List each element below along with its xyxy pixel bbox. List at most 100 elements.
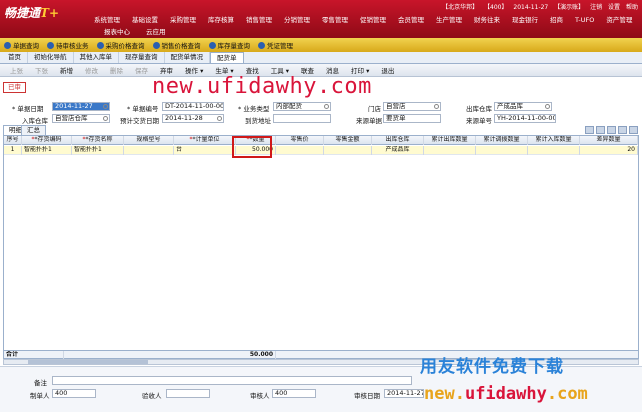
date-field[interactable]: 2014-11-27: [52, 102, 110, 111]
col-header[interactable]: 规格型号: [124, 136, 174, 145]
calendar-icon[interactable]: [103, 104, 108, 109]
save-button[interactable]: 保存: [129, 65, 154, 75]
app-header: 畅捷通T+ 【北京华邦】 【400】 2014-11-27 【演示账】 注销 设…: [0, 0, 642, 38]
tab-home[interactable]: 首页: [2, 52, 28, 63]
col-header[interactable]: **存货编码: [22, 136, 72, 145]
col-header[interactable]: 累计调拨数量: [476, 136, 528, 145]
src-no-field[interactable]: YH-2014-11-00-00...: [494, 114, 556, 123]
prev-button[interactable]: 上张: [4, 65, 29, 75]
menu-item[interactable]: 现金银行: [506, 14, 544, 26]
src-no-label: 来源单号: [466, 117, 492, 125]
help-link[interactable]: 帮助: [626, 4, 638, 11]
menu-item[interactable]: 会员管理: [392, 14, 430, 26]
biztype-field[interactable]: 内部配货: [273, 102, 331, 111]
arrive-field[interactable]: [273, 114, 331, 123]
edit-button[interactable]: 修改: [79, 65, 104, 75]
col-header[interactable]: 累计入库数量: [528, 136, 580, 145]
exit-button[interactable]: 退出: [375, 65, 400, 75]
watermark-text: new.ufidawhy.com: [152, 74, 372, 99]
grid-header: 序号 **存货编码 **存货名称 规格型号 **计量单位 **数量 零售价 零售…: [4, 136, 638, 145]
menu-item[interactable]: 促销管理: [354, 14, 392, 26]
col-header[interactable]: 零售金额: [324, 136, 372, 145]
menu-item-report[interactable]: 报表中心: [96, 27, 138, 37]
login-date: 2014-11-27: [513, 4, 549, 11]
src-type-field[interactable]: 要货单: [383, 114, 441, 123]
table-row[interactable]: 1 智能扑扑1 智能扑扑1 台 50.000 产成品库 20: [4, 146, 638, 155]
logout-link[interactable]: 注销: [590, 4, 602, 11]
plan-date-field[interactable]: 2014-11-28: [162, 114, 224, 123]
cum-out-cell: [424, 146, 476, 155]
cum-in-cell: [528, 146, 580, 155]
new-button[interactable]: 新增: [54, 65, 79, 75]
quick-item[interactable]: 单据查询: [4, 40, 39, 50]
menu-item[interactable]: 库存核算: [202, 14, 240, 26]
maker-field: 400: [52, 389, 96, 398]
tab-summary[interactable]: 汇总: [21, 125, 46, 135]
auditor-field: 400: [272, 389, 316, 398]
quick-icon: [47, 41, 54, 49]
company-link[interactable]: 【北京华邦】: [442, 4, 478, 11]
audit-date-label: 审核日期: [354, 392, 380, 400]
menu-item[interactable]: 招商: [544, 14, 569, 26]
out-wh-field[interactable]: 产成品库: [494, 102, 552, 111]
dropdown-icon[interactable]: [324, 104, 329, 109]
tab-other-in[interactable]: 其他入库单: [74, 52, 119, 63]
export-icon[interactable]: [629, 126, 638, 134]
out-wh-label: 出库仓库: [466, 105, 492, 113]
settings-link[interactable]: 设置: [608, 4, 620, 11]
tab-dist-status[interactable]: 配货单情况: [165, 52, 210, 63]
menu-item[interactable]: 销售管理: [240, 14, 278, 26]
col-header[interactable]: 零售价: [276, 136, 324, 145]
quick-icon: [4, 41, 11, 49]
col-header[interactable]: 出库仓库: [372, 136, 424, 145]
column-settings-icon[interactable]: [618, 126, 627, 134]
menu-item[interactable]: 生产管理: [430, 14, 468, 26]
item-code-cell[interactable]: 智能扑扑1: [22, 146, 72, 155]
menu-item[interactable]: T-UFO: [569, 14, 600, 26]
menu-item[interactable]: 采购管理: [164, 14, 202, 26]
menu-item[interactable]: 分销管理: [278, 14, 316, 26]
next-button[interactable]: 下张: [29, 65, 54, 75]
account-set[interactable]: 【演示账】: [554, 4, 584, 11]
quick-item[interactable]: 销售价格查询: [152, 40, 201, 50]
quick-item[interactable]: 待审核业务: [47, 40, 89, 50]
in-wh-field[interactable]: 自营店仓库: [52, 114, 110, 123]
user-link[interactable]: 【400】: [484, 4, 507, 11]
menu-item[interactable]: 基础设置: [126, 14, 164, 26]
lookup-icon[interactable]: [103, 116, 108, 121]
col-header[interactable]: 差异数量: [580, 136, 638, 145]
lookup-icon[interactable]: [545, 104, 550, 109]
unit-cell[interactable]: 台: [174, 146, 236, 155]
menu-item[interactable]: 财务往来: [468, 14, 506, 26]
delete-row-icon[interactable]: [607, 126, 616, 134]
col-header[interactable]: 累计出库数量: [424, 136, 476, 145]
copy-row-icon[interactable]: [585, 126, 594, 134]
quick-item[interactable]: 采购价格查询: [96, 40, 145, 50]
menu-item-cloud[interactable]: 云应用: [138, 27, 174, 37]
menu-item[interactable]: 系统管理: [88, 14, 126, 26]
menu-item[interactable]: 零售管理: [316, 14, 354, 26]
col-header[interactable]: **存货名称: [72, 136, 124, 145]
main-menu: 系统管理 基础设置 采购管理 库存核算 销售管理 分销管理 零售管理 促销管理 …: [88, 14, 638, 26]
store-field[interactable]: 自营店: [383, 102, 441, 111]
quick-item[interactable]: 凭证管理: [258, 40, 293, 50]
delete-button[interactable]: 删除: [104, 65, 129, 75]
tab-init-nav[interactable]: 初始化导航: [28, 52, 74, 63]
calendar-icon[interactable]: [217, 116, 222, 121]
item-name-cell[interactable]: 智能扑扑1: [72, 146, 124, 155]
code-field[interactable]: DT-2014-11-00-00...: [162, 102, 224, 111]
insert-row-icon[interactable]: [596, 126, 605, 134]
in-wh-label: 入库仓库: [22, 117, 48, 125]
col-header[interactable]: **计量单位: [174, 136, 236, 145]
out-wh-cell[interactable]: 产成品库: [372, 146, 424, 155]
quick-item[interactable]: 库存量查询: [208, 40, 250, 50]
tab-stock-query[interactable]: 现存量查询: [119, 52, 165, 63]
menu-item[interactable]: 资产管理: [600, 14, 638, 26]
lookup-icon[interactable]: [434, 104, 439, 109]
tab-dist-order[interactable]: 配货单: [210, 52, 244, 63]
note-field[interactable]: [52, 376, 412, 385]
scroll-thumb[interactable]: [28, 360, 148, 364]
spec-cell[interactable]: [124, 146, 174, 155]
retail-amount-cell[interactable]: [324, 146, 372, 155]
retail-price-cell[interactable]: [276, 146, 324, 155]
